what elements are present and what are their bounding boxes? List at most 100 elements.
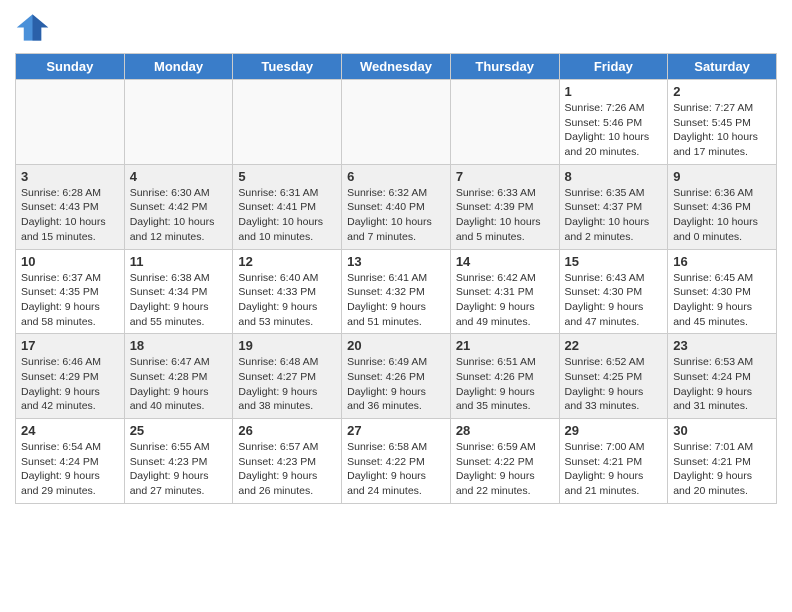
day-info: Sunrise: 6:35 AMSunset: 4:37 PMDaylight:… [565, 186, 663, 245]
day-info: Sunrise: 6:49 AMSunset: 4:26 PMDaylight:… [347, 355, 445, 414]
calendar-cell: 19Sunrise: 6:48 AMSunset: 4:27 PMDayligh… [233, 334, 342, 419]
calendar-cell: 2 Sunrise: 7:27 AMSunset: 5:45 PMDaylight… [668, 80, 777, 165]
calendar-cell: 7 Sunrise: 6:33 AMSunset: 4:39 PMDaylight… [450, 164, 559, 249]
day-info: Sunrise: 6:52 AMSunset: 4:25 PMDaylight:… [565, 355, 663, 414]
day-info: Sunrise: 6:30 AMSunset: 4:42 PMDaylight:… [130, 186, 228, 245]
weekday-header-tuesday: Tuesday [233, 54, 342, 80]
day-info: Sunrise: 7:00 AMSunset: 4:21 PMDaylight:… [565, 440, 663, 499]
day-number: 16 [673, 254, 771, 269]
day-number: 28 [456, 423, 554, 438]
calendar-header: SundayMondayTuesdayWednesdayThursdayFrid… [16, 54, 777, 80]
day-info: Sunrise: 6:32 AMSunset: 4:40 PMDaylight:… [347, 186, 445, 245]
calendar-cell: 1 Sunrise: 7:26 AMSunset: 5:46 PMDaylight… [559, 80, 668, 165]
day-info: Sunrise: 6:48 AMSunset: 4:27 PMDaylight:… [238, 355, 336, 414]
day-number: 21 [456, 338, 554, 353]
weekday-header-friday: Friday [559, 54, 668, 80]
day-number: 13 [347, 254, 445, 269]
day-number: 15 [565, 254, 663, 269]
calendar-cell: 12Sunrise: 6:40 AMSunset: 4:33 PMDayligh… [233, 249, 342, 334]
calendar-cell: 17 Sunrise: 6:46 AMSunset: 4:29 PMDayligh… [16, 334, 125, 419]
day-number: 7 [456, 169, 554, 184]
day-info: Sunrise: 6:45 AMSunset: 4:30 PMDaylight:… [673, 271, 771, 330]
day-info: Sunrise: 6:58 AMSunset: 4:22 PMDaylight:… [347, 440, 445, 499]
logo-icon [15, 10, 50, 45]
day-info: Sunrise: 7:27 AMSunset: 5:45 PMDaylight:… [673, 101, 771, 160]
calendar-cell: 4 Sunrise: 6:30 AMSunset: 4:42 PMDaylight… [124, 164, 233, 249]
day-info: Sunrise: 6:57 AMSunset: 4:23 PMDaylight:… [238, 440, 336, 499]
day-number: 14 [456, 254, 554, 269]
day-number: 9 [673, 169, 771, 184]
page-container: SundayMondayTuesdayWednesdayThursdayFrid… [0, 0, 792, 514]
day-number: 27 [347, 423, 445, 438]
calendar-cell: 23 Sunrise: 6:53 AMSunset: 4:24 PMDayligh… [668, 334, 777, 419]
calendar-cell: 22 Sunrise: 6:52 AMSunset: 4:25 PMDayligh… [559, 334, 668, 419]
day-info: Sunrise: 6:59 AMSunset: 4:22 PMDaylight:… [456, 440, 554, 499]
calendar-cell: 24 Sunrise: 6:54 AMSunset: 4:24 PMDayligh… [16, 419, 125, 504]
day-info: Sunrise: 6:54 AMSunset: 4:24 PMDaylight:… [21, 440, 119, 499]
day-info: Sunrise: 7:26 AMSunset: 5:46 PMDaylight:… [565, 101, 663, 160]
calendar-cell: 15 Sunrise: 6:43 AMSunset: 4:30 PMDayligh… [559, 249, 668, 334]
calendar-cell: 6 Sunrise: 6:32 AMSunset: 4:40 PMDaylight… [342, 164, 451, 249]
calendar-cell: 26 Sunrise: 6:57 AMSunset: 4:23 PMDayligh… [233, 419, 342, 504]
day-info: Sunrise: 6:41 AMSunset: 4:32 PMDaylight:… [347, 271, 445, 330]
day-number: 12 [238, 254, 336, 269]
calendar-week-row: 17 Sunrise: 6:46 AMSunset: 4:29 PMDayligh… [16, 334, 777, 419]
weekday-header-sunday: Sunday [16, 54, 125, 80]
calendar-cell: 29 Sunrise: 7:00 AMSunset: 4:21 PMDayligh… [559, 419, 668, 504]
day-number: 29 [565, 423, 663, 438]
day-number: 2 [673, 84, 771, 99]
calendar-body: 1 Sunrise: 7:26 AMSunset: 5:46 PMDaylight… [16, 80, 777, 504]
day-number: 1 [565, 84, 663, 99]
calendar-cell: 14 Sunrise: 6:42 AMSunset: 4:31 PMDayligh… [450, 249, 559, 334]
calendar-cell: 13 Sunrise: 6:41 AMSunset: 4:32 PMDayligh… [342, 249, 451, 334]
day-info: Sunrise: 6:31 AMSunset: 4:41 PMDaylight:… [238, 186, 336, 245]
day-info: Sunrise: 6:47 AMSunset: 4:28 PMDaylight:… [130, 355, 228, 414]
calendar-cell [450, 80, 559, 165]
calendar-cell: 16 Sunrise: 6:45 AMSunset: 4:30 PMDayligh… [668, 249, 777, 334]
day-number: 4 [130, 169, 228, 184]
weekday-header-monday: Monday [124, 54, 233, 80]
calendar-week-row: 24 Sunrise: 6:54 AMSunset: 4:24 PMDayligh… [16, 419, 777, 504]
calendar-cell: 11Sunrise: 6:38 AMSunset: 4:34 PMDayligh… [124, 249, 233, 334]
day-info: Sunrise: 6:51 AMSunset: 4:26 PMDaylight:… [456, 355, 554, 414]
day-number: 17 [21, 338, 119, 353]
calendar-cell [233, 80, 342, 165]
day-number: 25 [130, 423, 228, 438]
calendar-cell: 25 Sunrise: 6:55 AMSunset: 4:23 PMDayligh… [124, 419, 233, 504]
day-number: 20 [347, 338, 445, 353]
day-number: 24 [21, 423, 119, 438]
day-number: 23 [673, 338, 771, 353]
calendar-cell [124, 80, 233, 165]
day-info: Sunrise: 6:28 AMSunset: 4:43 PMDaylight:… [21, 186, 119, 245]
day-info: Sunrise: 6:46 AMSunset: 4:29 PMDaylight:… [21, 355, 119, 414]
day-number: 3 [21, 169, 119, 184]
weekday-header-saturday: Saturday [668, 54, 777, 80]
calendar-cell: 9Sunrise: 6:36 AMSunset: 4:36 PMDaylight… [668, 164, 777, 249]
day-number: 6 [347, 169, 445, 184]
day-info: Sunrise: 6:43 AMSunset: 4:30 PMDaylight:… [565, 271, 663, 330]
weekday-header-wednesday: Wednesday [342, 54, 451, 80]
calendar-cell: 3 Sunrise: 6:28 AMSunset: 4:43 PMDaylight… [16, 164, 125, 249]
day-number: 26 [238, 423, 336, 438]
calendar-cell: 28 Sunrise: 6:59 AMSunset: 4:22 PMDayligh… [450, 419, 559, 504]
calendar-cell: 10 Sunrise: 6:37 AMSunset: 4:35 PMDayligh… [16, 249, 125, 334]
day-number: 18 [130, 338, 228, 353]
calendar-cell: 18 Sunrise: 6:47 AMSunset: 4:28 PMDayligh… [124, 334, 233, 419]
calendar-cell: 21 Sunrise: 6:51 AMSunset: 4:26 PMDayligh… [450, 334, 559, 419]
calendar-week-row: 1 Sunrise: 7:26 AMSunset: 5:46 PMDaylight… [16, 80, 777, 165]
calendar-cell: 30Sunrise: 7:01 AMSunset: 4:21 PMDayligh… [668, 419, 777, 504]
day-number: 30 [673, 423, 771, 438]
calendar-cell [342, 80, 451, 165]
day-info: Sunrise: 6:37 AMSunset: 4:35 PMDaylight:… [21, 271, 119, 330]
calendar-week-row: 10 Sunrise: 6:37 AMSunset: 4:35 PMDayligh… [16, 249, 777, 334]
logo [15, 10, 54, 45]
day-info: Sunrise: 6:33 AMSunset: 4:39 PMDaylight:… [456, 186, 554, 245]
header [15, 10, 777, 45]
day-info: Sunrise: 6:55 AMSunset: 4:23 PMDaylight:… [130, 440, 228, 499]
day-number: 22 [565, 338, 663, 353]
day-info: Sunrise: 6:42 AMSunset: 4:31 PMDaylight:… [456, 271, 554, 330]
day-info: Sunrise: 6:53 AMSunset: 4:24 PMDaylight:… [673, 355, 771, 414]
calendar-cell: 27 Sunrise: 6:58 AMSunset: 4:22 PMDayligh… [342, 419, 451, 504]
weekday-header-thursday: Thursday [450, 54, 559, 80]
day-number: 10 [21, 254, 119, 269]
